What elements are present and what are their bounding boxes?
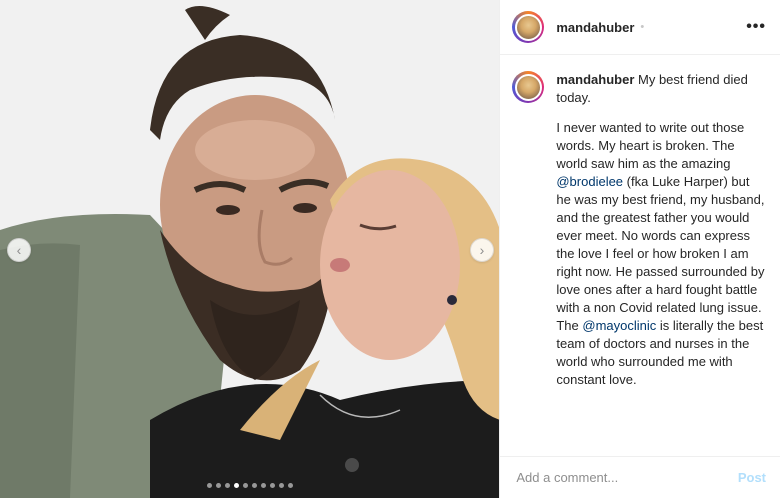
carousel-next-button[interactable]: › xyxy=(470,238,494,262)
chevron-left-icon: ‹ xyxy=(16,242,22,258)
avatar-image xyxy=(514,13,542,41)
caption-text-segment: (fka Luke Harper) but he was my best fri… xyxy=(556,174,765,333)
caption-first-paragraph: mandahuber My best friend died today. xyxy=(556,71,766,107)
carousel-dot xyxy=(251,483,257,488)
carousel-dot xyxy=(278,483,284,488)
caption-username[interactable]: mandahuber xyxy=(556,72,634,87)
caption-main-paragraph: I never wanted to write out those words.… xyxy=(556,119,766,389)
post-comment-button[interactable]: Post xyxy=(738,470,766,485)
avatar[interactable] xyxy=(512,11,545,43)
more-options-button[interactable]: ••• xyxy=(746,18,766,36)
post-modal: ‹ › mandahuber • ••• mandahuber My best … xyxy=(0,0,780,498)
caption-text-segment: I never wanted to write out those words.… xyxy=(556,120,745,171)
post-side-panel: mandahuber • ••• mandahuber My best frie… xyxy=(499,0,780,498)
carousel-prev-button[interactable]: ‹ xyxy=(7,238,31,262)
post-media[interactable]: ‹ › xyxy=(0,0,500,498)
carousel-dots xyxy=(0,483,499,488)
avatar-image xyxy=(514,73,542,101)
carousel-dot xyxy=(224,483,230,488)
header-username[interactable]: mandahuber xyxy=(556,20,634,35)
comment-input[interactable] xyxy=(514,469,738,486)
carousel-dot xyxy=(260,483,266,488)
carousel-dot xyxy=(233,483,239,488)
carousel-dot xyxy=(242,483,248,488)
post-photo xyxy=(0,0,500,498)
carousel-dot xyxy=(206,483,212,488)
carousel-dot xyxy=(287,483,293,488)
post-header: mandahuber • ••• xyxy=(500,0,780,55)
chevron-right-icon: › xyxy=(479,242,485,258)
carousel-dot xyxy=(215,483,221,488)
caption-body: mandahuber My best friend died today. I … xyxy=(556,71,766,456)
mention-link[interactable]: @brodielee xyxy=(556,174,623,189)
mention-link[interactable]: @mayoclinic xyxy=(582,318,656,333)
comment-bar: Post xyxy=(500,456,780,498)
post-caption: mandahuber My best friend died today. I … xyxy=(500,55,780,456)
caption-avatar[interactable] xyxy=(512,71,545,103)
header-separator-dot: • xyxy=(640,21,645,33)
carousel-dot xyxy=(269,483,275,488)
